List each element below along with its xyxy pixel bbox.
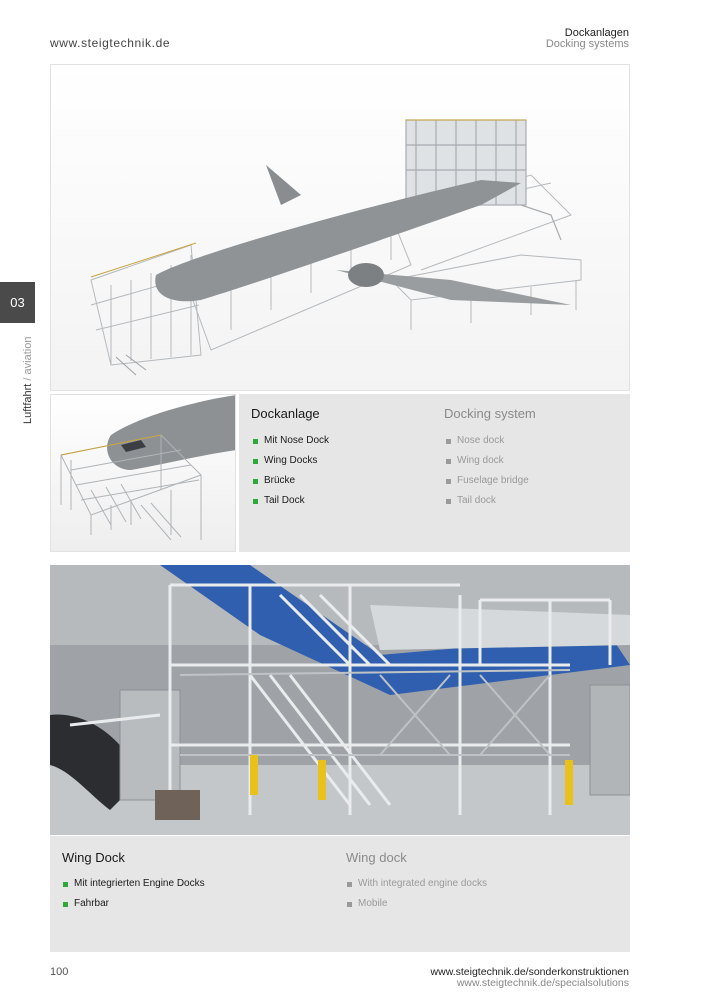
page-number: 100 <box>50 966 69 978</box>
wing-dock-title-de: Wing Dock <box>62 850 125 865</box>
docking-system-list-en: Nose dock Wing dock Fuselage bridge Tail… <box>446 431 529 511</box>
nose-dock-image <box>50 394 236 552</box>
list-item: Nose dock <box>446 431 529 451</box>
list-item-label: Brücke <box>264 475 296 486</box>
list-item-label: Tail Dock <box>264 495 305 506</box>
docking-system-title-en: Docking system <box>444 406 536 421</box>
bullet-square-icon <box>253 478 258 484</box>
chapter-number-tab: 03 <box>0 282 35 323</box>
chapter-label: Luftfahrt / aviation <box>22 337 34 424</box>
bullet-square-icon <box>347 901 352 907</box>
docking-system-panel: Dockanlage Docking system Mit Nose Dock … <box>239 394 630 552</box>
list-item: Wing Docks <box>253 451 329 471</box>
list-item-label: With integrated engine docks <box>358 878 487 889</box>
wing-dock-photo <box>50 565 630 835</box>
bullet-square-icon <box>253 458 258 464</box>
chapter-number: 03 <box>10 295 25 310</box>
list-item: Fahrbar <box>63 894 205 914</box>
wing-dock-list-en: With integrated engine docks Mobile <box>347 874 487 914</box>
chapter-label-separator: / <box>22 377 34 381</box>
wing-dock-list-de: Mit integrierten Engine Docks Fahrbar <box>63 874 205 914</box>
footer-url-en[interactable]: www.steigtechnik.de/specialsolutions <box>457 977 629 989</box>
bullet-square-icon <box>253 498 258 504</box>
list-item: Tail dock <box>446 491 529 511</box>
list-item-label: Fuselage bridge <box>457 475 529 486</box>
bullet-square-icon <box>347 881 352 887</box>
docking-system-title-de: Dockanlage <box>251 406 320 421</box>
chapter-label-de: Luftfahrt <box>22 383 34 424</box>
docking-system-image <box>50 64 630 391</box>
list-item-label: Tail dock <box>457 495 496 506</box>
bullet-square-icon <box>253 438 258 444</box>
list-item-label: Nose dock <box>457 435 505 446</box>
docking-system-list-de: Mit Nose Dock Wing Docks Brücke Tail Doc… <box>253 431 329 511</box>
list-item-label: Wing Docks <box>264 455 318 466</box>
list-item: Mit Nose Dock <box>253 431 329 451</box>
wing-dock-illustration <box>50 565 630 835</box>
bullet-square-icon <box>446 438 451 444</box>
list-item-label: Wing dock <box>457 455 504 466</box>
bullet-square-icon <box>446 478 451 484</box>
list-item: With integrated engine docks <box>347 874 487 894</box>
bullet-square-icon <box>63 901 68 907</box>
docking-system-illustration <box>90 119 582 376</box>
list-item-label: Mobile <box>358 898 388 909</box>
list-item: Mobile <box>347 894 487 914</box>
wing-dock-panel: Wing Dock Wing dock Mit integrierten Eng… <box>50 836 630 952</box>
bullet-square-icon <box>446 458 451 464</box>
list-item: Mit integrierten Engine Docks <box>63 874 205 894</box>
list-item: Tail Dock <box>253 491 329 511</box>
list-item: Fuselage bridge <box>446 471 529 491</box>
bullet-square-icon <box>63 881 68 887</box>
chapter-label-en: aviation <box>22 336 34 375</box>
site-url[interactable]: www.steigtechnik.de <box>50 36 170 50</box>
bullet-square-icon <box>446 498 451 504</box>
nose-dock-illustration <box>60 395 235 541</box>
list-item-label: Fahrbar <box>74 898 110 909</box>
list-item: Brücke <box>253 471 329 491</box>
list-item-label: Mit integrierten Engine Docks <box>74 878 205 889</box>
section-title-en: Docking systems <box>545 38 629 50</box>
list-item: Wing dock <box>446 451 529 471</box>
wing-dock-title-en: Wing dock <box>346 850 407 865</box>
list-item-label: Mit Nose Dock <box>264 435 330 446</box>
